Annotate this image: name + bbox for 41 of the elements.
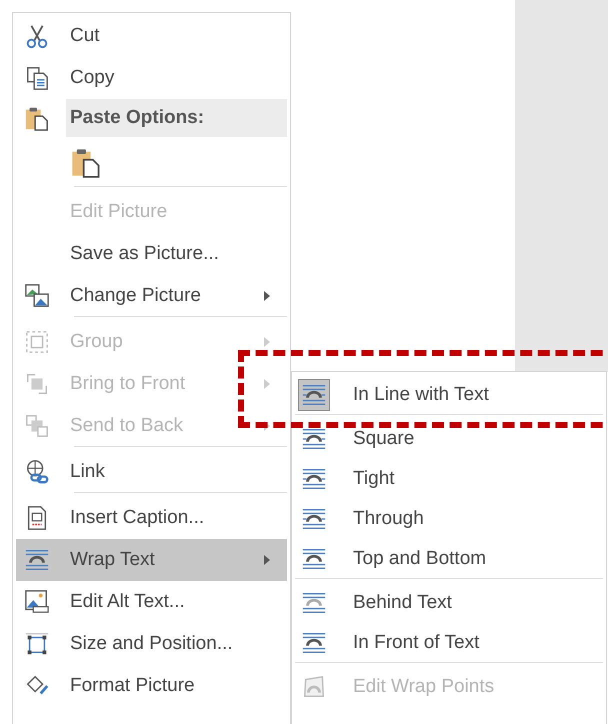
menu-item[interactable]: Cut — [16, 15, 287, 57]
group-icon — [24, 329, 50, 355]
menu-item[interactable]: Square — [295, 419, 603, 459]
menu-item[interactable]: Change Picture — [16, 275, 287, 317]
link-icon — [24, 459, 50, 485]
wrap-text-icon — [301, 630, 327, 656]
submenu-arrow-icon — [263, 378, 271, 390]
scissors-icon — [24, 23, 50, 49]
submenu-arrow-icon — [263, 290, 271, 302]
menu-item[interactable]: Edit Alt Text... — [16, 581, 287, 623]
send-to-back-icon — [24, 413, 50, 439]
menu-item[interactable]: Save as Picture... — [16, 233, 287, 275]
menu-item[interactable]: In Line with Text — [295, 375, 603, 415]
menu-item[interactable]: Format Picture — [16, 665, 287, 707]
menu-item[interactable]: Copy — [16, 57, 287, 99]
resize-icon — [24, 631, 50, 657]
clipboard-icon — [24, 105, 50, 131]
menu-item[interactable]: Behind Text — [295, 583, 603, 623]
menu-item[interactable]: Size and Position... — [16, 623, 287, 665]
menu-item[interactable]: Through — [295, 499, 603, 539]
submenu-arrow-icon — [263, 554, 271, 566]
menu-item[interactable]: Insert Caption... — [16, 497, 287, 539]
picture-icon — [24, 283, 50, 309]
section-header: Paste Options: — [66, 99, 287, 137]
submenu-arrow-icon — [263, 336, 271, 348]
bring-to-front-icon — [24, 371, 50, 397]
menu-item[interactable]: In Front of Text — [295, 623, 603, 663]
menu-item[interactable]: Wrap Text — [16, 539, 287, 581]
menu-item[interactable]: Tight — [295, 459, 603, 499]
wrap-text-icon — [301, 466, 327, 492]
wrap-text-icon — [301, 382, 327, 408]
wrap-text-icon — [301, 590, 327, 616]
wrap-text-icon — [301, 506, 327, 532]
menu-item[interactable]: Top and Bottom — [295, 539, 603, 579]
wrap-text-icon — [301, 426, 327, 452]
picture-icon — [24, 589, 50, 615]
copy-icon — [24, 65, 50, 91]
wrap-text-icon — [301, 546, 327, 572]
edit-points-icon — [301, 674, 327, 700]
menu-item[interactable]: Link — [16, 451, 287, 493]
wrap-text-icon — [24, 547, 50, 573]
